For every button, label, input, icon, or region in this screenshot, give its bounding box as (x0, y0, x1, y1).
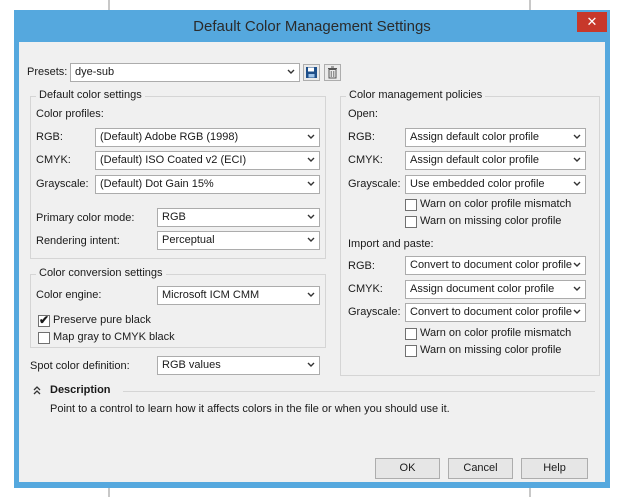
chevron-down-icon (307, 237, 315, 242)
import-rgb-value: Convert to document color profile (410, 259, 573, 271)
open-label: Open: (348, 108, 378, 120)
spot-color-definition-value: RGB values (162, 359, 221, 371)
open-grayscale-value: Use embedded color profile (410, 178, 545, 190)
double-chevron-up-icon[interactable] (32, 385, 42, 396)
open-grayscale-select[interactable]: Use embedded color profile (405, 175, 586, 194)
import-grayscale-value: Convert to document color profile (410, 306, 573, 318)
preserve-pure-black-label[interactable]: Preserve pure black (53, 314, 151, 326)
chevron-down-icon (287, 69, 295, 74)
window-title: Default Color Management Settings (193, 18, 431, 35)
open-rgb-select[interactable]: Assign default color profile (405, 128, 586, 147)
color-engine-select[interactable]: Microsoft ICM CMM (157, 286, 320, 305)
import-rgb-label: RGB: (348, 260, 375, 272)
color-engine-value: Microsoft ICM CMM (162, 289, 260, 301)
color-engine-label: Color engine: (36, 289, 102, 301)
primary-color-mode-label: Primary color mode: (36, 212, 135, 224)
floppy-disk-icon (306, 67, 317, 78)
primary-color-mode-value: RGB (162, 211, 186, 223)
rendering-intent-select[interactable]: Perceptual (157, 231, 320, 250)
help-button[interactable]: Help (521, 458, 588, 479)
open-cmyk-value: Assign default color profile (410, 154, 540, 166)
open-rgb-label: RGB: (348, 131, 375, 143)
import-grayscale-select[interactable]: Convert to document color profile (405, 303, 586, 322)
rgb-profile-select[interactable]: (Default) Adobe RGB (1998) (95, 128, 320, 147)
cmyk-profile-select[interactable]: (Default) ISO Coated v2 (ECI) (95, 151, 320, 170)
dialog-content: Presets: dye-sub Default color settings … (19, 42, 605, 482)
rgb-profile-value: (Default) Adobe RGB (1998) (100, 131, 239, 143)
default-color-settings-title: Default color settings (36, 89, 145, 101)
color-profiles-label: Color profiles: (36, 108, 104, 120)
spot-color-definition-select[interactable]: RGB values (157, 356, 320, 375)
chevron-down-icon (573, 309, 581, 314)
chevron-down-icon (573, 134, 581, 139)
open-rgb-value: Assign default color profile (410, 131, 540, 143)
open-cmyk-label: CMYK: (348, 154, 383, 166)
grayscale-profile-label: Grayscale: (36, 178, 89, 190)
import-cmyk-value: Assign document color profile (410, 283, 555, 295)
chevron-down-icon (307, 214, 315, 219)
description-text: Point to a control to learn how it affec… (50, 403, 450, 415)
map-gray-to-cmyk-black-label[interactable]: Map gray to CMYK black (53, 331, 175, 343)
rgb-profile-label: RGB: (36, 131, 63, 143)
import-cmyk-label: CMYK: (348, 283, 383, 295)
import-warn-mismatch-label[interactable]: Warn on color profile mismatch (420, 327, 571, 339)
map-gray-to-cmyk-black-checkbox[interactable] (38, 332, 50, 344)
import-cmyk-select[interactable]: Assign document color profile (405, 280, 586, 299)
open-warn-mismatch-label[interactable]: Warn on color profile mismatch (420, 198, 571, 210)
cmyk-profile-value: (Default) ISO Coated v2 (ECI) (100, 154, 247, 166)
description-title: Description (50, 384, 111, 396)
spot-color-definition-label: Spot color definition: (30, 360, 130, 372)
chevron-down-icon (307, 134, 315, 139)
color-conversion-settings-title: Color conversion settings (36, 267, 166, 279)
checkmark-icon: ✔ (39, 313, 50, 327)
close-icon: ✕ (586, 14, 598, 29)
chevron-down-icon (307, 362, 315, 367)
presets-value: dye-sub (75, 66, 115, 78)
trash-icon (328, 66, 337, 79)
import-warn-missing-label[interactable]: Warn on missing color profile (420, 344, 561, 356)
cancel-button[interactable]: Cancel (448, 458, 513, 479)
delete-preset-button[interactable] (324, 64, 341, 81)
chevron-down-icon (573, 286, 581, 291)
presets-select[interactable]: dye-sub (70, 63, 300, 82)
cmyk-profile-label: CMYK: (36, 154, 71, 166)
chevron-down-icon (307, 157, 315, 162)
title-bar[interactable]: Default Color Management Settings ✕ (14, 10, 610, 42)
import-warn-missing-checkbox[interactable] (405, 345, 417, 357)
chevron-down-icon (573, 157, 581, 162)
dialog-window: Default Color Management Settings ✕ Pres… (14, 10, 610, 488)
chevron-down-icon (573, 262, 581, 267)
close-button[interactable]: ✕ (577, 12, 607, 32)
save-preset-button[interactable] (303, 64, 320, 81)
description-divider (123, 391, 595, 392)
primary-color-mode-select[interactable]: RGB (157, 208, 320, 227)
chevron-down-icon (307, 292, 315, 297)
open-warn-missing-checkbox[interactable] (405, 216, 417, 228)
preserve-pure-black-checkbox[interactable]: ✔ (38, 313, 50, 327)
open-cmyk-select[interactable]: Assign default color profile (405, 151, 586, 170)
chevron-down-icon (573, 181, 581, 186)
grayscale-profile-select[interactable]: (Default) Dot Gain 15% (95, 175, 320, 194)
import-grayscale-label: Grayscale: (348, 306, 401, 318)
import-warn-mismatch-checkbox[interactable] (405, 328, 417, 340)
import-paste-label: Import and paste: (348, 238, 434, 250)
rendering-intent-value: Perceptual (162, 234, 215, 246)
presets-label: Presets: (27, 66, 68, 78)
open-warn-missing-label[interactable]: Warn on missing color profile (420, 215, 561, 227)
rendering-intent-label: Rendering intent: (36, 235, 120, 247)
open-grayscale-label: Grayscale: (348, 178, 401, 190)
ok-button[interactable]: OK (375, 458, 440, 479)
grayscale-profile-value: (Default) Dot Gain 15% (100, 178, 214, 190)
chevron-down-icon (307, 181, 315, 186)
open-warn-mismatch-checkbox[interactable] (405, 199, 417, 211)
import-rgb-select[interactable]: Convert to document color profile (405, 256, 586, 275)
color-management-policies-title: Color management policies (346, 89, 486, 101)
